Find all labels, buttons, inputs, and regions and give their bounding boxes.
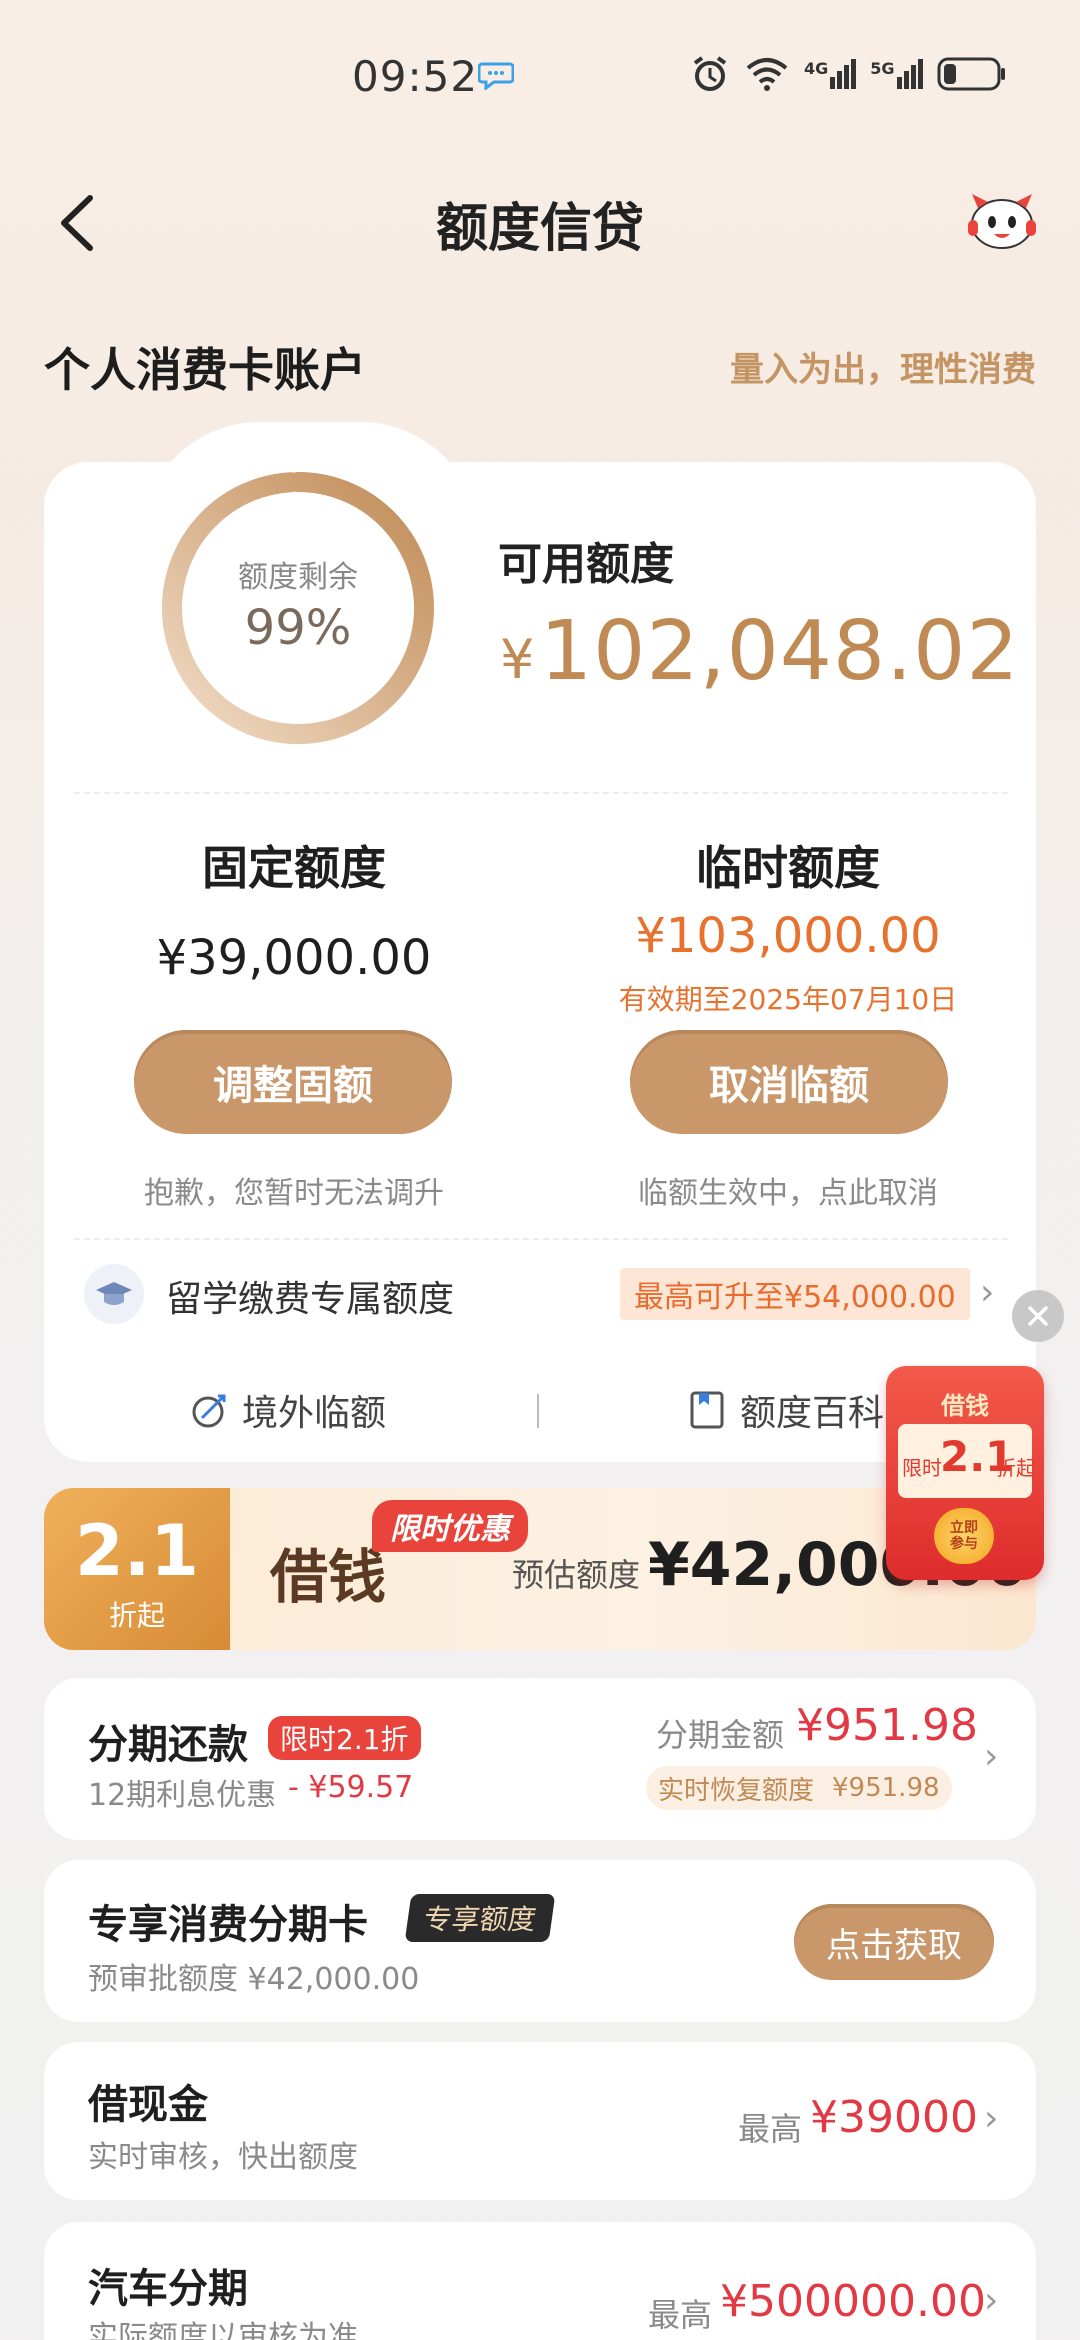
- cash-max-value: ¥39000: [810, 2092, 978, 2143]
- chevron-right-icon[interactable]: ›: [984, 2098, 998, 2139]
- slogan-text: 量入为出，理性消费: [730, 350, 1036, 390]
- promo-estimate-label: 预估额度: [512, 1556, 641, 1594]
- limited-offer-tag: 限时优惠: [372, 1500, 528, 1552]
- installment-sub-value: - ¥59.57: [288, 1770, 414, 1805]
- exclusive-card-title: 专享消费分期卡: [88, 1902, 368, 1948]
- chevron-right-icon[interactable]: ›: [984, 2280, 998, 2321]
- promo-discount-sub: 折起: [108, 1599, 165, 1632]
- promo-title: 借钱: [270, 1543, 387, 1611]
- get-card-button[interactable]: 点击获取: [794, 1904, 994, 1980]
- coupon-post: 折起: [996, 1456, 1036, 1480]
- cash-max-label: 最高: [738, 2110, 803, 2148]
- cancel-temporary-button[interactable]: 取消临额: [630, 1030, 948, 1134]
- available-label: 可用额度: [498, 539, 674, 590]
- message-notification-icon: [478, 62, 514, 90]
- globe-plane-icon: [192, 1394, 226, 1428]
- installment-sub-label: 12期利息优惠: [88, 1778, 277, 1813]
- divider: [74, 1238, 1008, 1240]
- network-type-2: 5G: [870, 59, 895, 78]
- coupon-pre: 限时: [902, 1456, 942, 1480]
- fixed-hint: 抱歉，您暂时无法调升: [144, 1176, 444, 1211]
- car-installment-title: 汽车分期: [88, 2266, 248, 2312]
- signal-5g-icon: 5G: [870, 59, 923, 89]
- installment-amount-label: 分期金额: [656, 1716, 785, 1754]
- installment-title: 分期还款: [88, 1722, 248, 1768]
- coin-line-1: 立即: [950, 1520, 978, 1536]
- car-max-label: 最高: [648, 2296, 713, 2334]
- network-type-1: 4G: [804, 59, 829, 78]
- study-abroad-badge: 最高可升至¥54,000.00: [620, 1268, 970, 1320]
- status-icons: 4G 5G: [690, 54, 1007, 94]
- chevron-right-icon[interactable]: ›: [980, 1272, 994, 1313]
- coupon-title: 借钱: [941, 1392, 989, 1420]
- close-icon[interactable]: [1012, 1290, 1064, 1342]
- temporary-hint[interactable]: 临额生效中，点此取消: [598, 1168, 978, 1212]
- cash-loan-sub: 实时审核，快出额度: [88, 2140, 358, 2175]
- page-title: 额度信贷: [435, 199, 644, 259]
- ring-value: 99%: [244, 600, 352, 656]
- alarm-icon: [693, 56, 727, 91]
- links-separator: [537, 1394, 539, 1428]
- car-max-value: ¥500000.00: [720, 2276, 986, 2327]
- installment-tag: 限时2.1折: [268, 1716, 421, 1760]
- ring-label: 额度剩余: [238, 560, 358, 595]
- battery-icon: [937, 57, 1005, 91]
- temporary-amount: ¥103,000.00: [635, 908, 941, 964]
- temporary-valid-date: 有效期至2025年07月10日: [618, 983, 958, 1016]
- installment-amount-value: ¥951.98: [796, 1700, 978, 1751]
- restore-value: ¥951.98: [832, 1773, 940, 1803]
- promo-discount-value: 2.1: [74, 1510, 199, 1592]
- temporary-title: 临时额度: [696, 841, 880, 895]
- overseas-temp-label: 境外临额: [242, 1393, 387, 1434]
- quota-encyclopedia-link[interactable]: 额度百科: [688, 1384, 884, 1436]
- available-currency: ¥: [500, 628, 535, 691]
- overseas-temp-link[interactable]: 境外临额: [188, 1384, 386, 1436]
- status-time: 09:52: [352, 52, 479, 101]
- available-amount: 102,048.02: [540, 604, 1020, 699]
- car-installment-sub: 实际额度以审核为准: [88, 2320, 358, 2340]
- exclusive-card-tag: 专享额度: [404, 1894, 556, 1942]
- book-icon: [690, 1391, 724, 1429]
- divider: [74, 792, 1008, 794]
- account-section-title: 个人消费卡账户: [44, 343, 366, 397]
- join-now-coin[interactable]: 立即 参与: [934, 1508, 994, 1564]
- mascot-icon[interactable]: [966, 186, 1038, 252]
- chevron-right-icon[interactable]: ›: [984, 1736, 998, 1777]
- quota-encyclopedia-label: 额度百科: [740, 1393, 885, 1434]
- exclusive-card-sub: 预审批额度 ¥42,000.00: [88, 1962, 420, 1997]
- adjust-fixed-button[interactable]: 调整固额: [134, 1030, 452, 1134]
- restore-quota-pill: 实时恢复额度 ¥951.98: [646, 1766, 952, 1810]
- study-abroad-label[interactable]: 留学缴费专属额度: [166, 1270, 454, 1322]
- restore-label: 实时恢复额度: [658, 1775, 815, 1806]
- signal-4g-icon: 4G: [804, 59, 857, 89]
- coin-line-2: 参与: [950, 1536, 978, 1552]
- wifi-icon: [746, 58, 788, 91]
- graduation-cap-icon: [84, 1264, 144, 1324]
- fixed-amount: ¥39,000.00: [156, 930, 432, 986]
- cash-loan-title: 借现金: [88, 2082, 208, 2128]
- fixed-title: 固定额度: [202, 841, 386, 895]
